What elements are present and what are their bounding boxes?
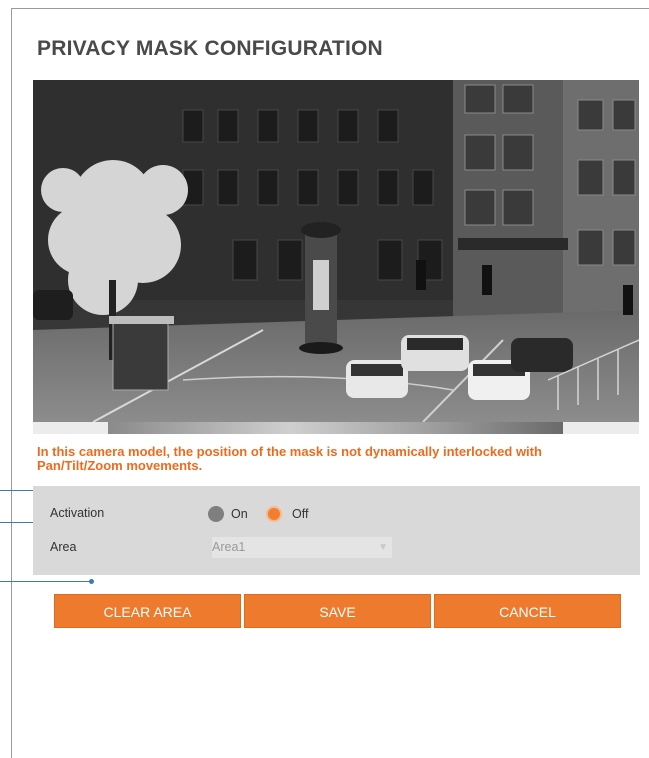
activation-label: Activation <box>50 506 105 520</box>
activation-on-radio[interactable] <box>208 506 224 522</box>
clear-area-button[interactable]: CLEAR AREA <box>54 594 241 628</box>
camera-preview[interactable] <box>33 80 639 422</box>
area-select[interactable]: Area1 ▼ <box>212 537 392 558</box>
callout-dot-3 <box>89 579 94 584</box>
activation-off-radio[interactable] <box>266 506 282 522</box>
preview-bottom-strip <box>33 422 639 434</box>
area-select-value: Area1 <box>212 540 246 554</box>
frame-border-left <box>11 8 12 758</box>
frame-border-top <box>11 8 649 9</box>
settings-panel: Activation On Off Area Area1 ▼ <box>33 486 640 575</box>
area-label: Area <box>50 540 77 554</box>
interlock-warning: In this camera model, the position of th… <box>37 445 617 473</box>
interlock-warning-line-1: In this camera model, the position of th… <box>37 444 542 459</box>
page-title: PRIVACY MASK CONFIGURATION <box>37 37 383 60</box>
chevron-down-icon: ▼ <box>378 542 388 553</box>
save-button[interactable]: SAVE <box>244 594 431 628</box>
preview-strip-thumb <box>108 422 563 434</box>
activation-off-label[interactable]: Off <box>292 507 308 521</box>
cancel-button[interactable]: CANCEL <box>434 594 621 628</box>
activation-on-label[interactable]: On <box>231 507 248 521</box>
callout-line-3 <box>0 581 92 582</box>
interlock-warning-line-2: Pan/Tilt/Zoom movements. <box>37 458 203 473</box>
